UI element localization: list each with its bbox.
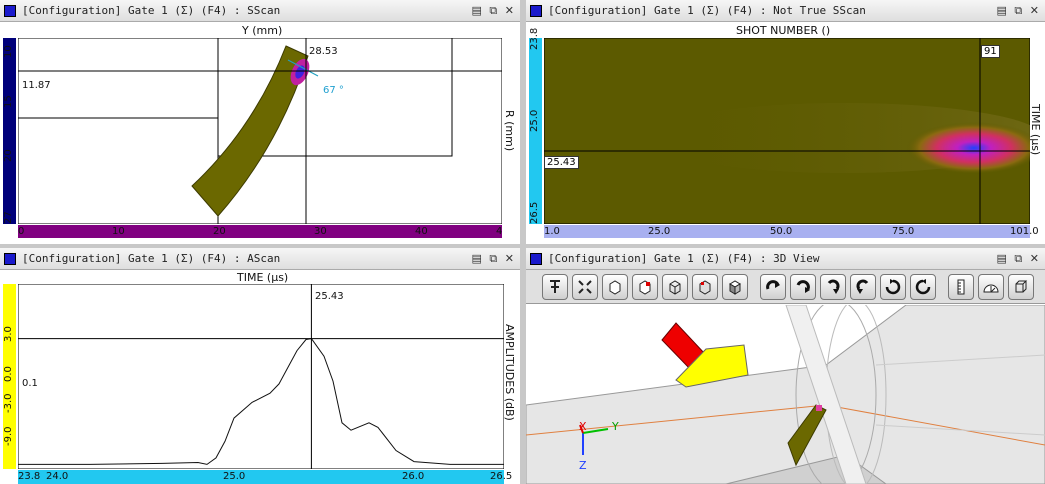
view3d-axis-y-label: Y (612, 420, 619, 433)
ascan-title: [Configuration] Gate 1 (Σ) (F4) : AScan (22, 252, 281, 265)
ruler-icon[interactable] (948, 274, 974, 300)
cube-wire-icon[interactable] (662, 274, 688, 300)
sscan-bottom-tick: 40 (415, 226, 428, 237)
window-controls[interactable]: ▤ ⧉ ✕ (472, 4, 516, 18)
sscan-bottom-axis[interactable] (18, 225, 502, 238)
ntsscan-left-tick: 23.8 (529, 27, 540, 50)
ascan-bottom-tick: 26.0 (402, 471, 425, 482)
window-icon (4, 253, 16, 265)
view3d-axis-z-label: Z (579, 459, 587, 472)
sscan-angle-label: 67 ° (323, 85, 344, 96)
window-icon (4, 5, 16, 17)
ascan-top-axis-label: TIME (µs) (237, 271, 289, 284)
sscan-bottom-tick: 20 (213, 226, 226, 237)
sscan-top-axis-label: Y (mm) (242, 24, 283, 37)
ntsscan-titlebar[interactable]: [Configuration] Gate 1 (Σ) (F4) : Not Tr… (526, 0, 1045, 22)
fit-icon[interactable] (572, 274, 598, 300)
cube-solid-icon[interactable] (602, 274, 628, 300)
view3d-panel: [Configuration] Gate 1 (Σ) (F4) : 3D Vie… (526, 248, 1045, 484)
ntsscan-cursor-y-value: 25.43 (544, 156, 579, 169)
ntsscan-bottom-tick: 25.0 (648, 226, 671, 237)
rotate-left-icon[interactable] (850, 274, 876, 300)
ntsscan-bottom-tick: 75.0 (892, 226, 915, 237)
ntsscan-bottom-tick: 50.0 (770, 226, 793, 237)
ascan-cursor-x-value: 25.43 (315, 291, 344, 302)
ascan-bottom-tick: 25.0 (223, 471, 246, 482)
sscan-bottom-tick: 10 (112, 226, 125, 237)
ntsscan-title: [Configuration] Gate 1 (Σ) (F4) : Not Tr… (548, 4, 866, 17)
rotate-cw-down-icon[interactable] (760, 274, 786, 300)
sscan-left-axis[interactable] (3, 38, 16, 224)
ascan-left-tick: -9.0 (3, 426, 14, 446)
ascan-left-tick: 3.0 (3, 326, 14, 342)
window-controls[interactable]: ▤ ⧉ ✕ (997, 252, 1041, 266)
ntsscan-plot[interactable] (544, 38, 1030, 224)
ascan-panel: [Configuration] Gate 1 (Σ) (F4) : AScan … (0, 248, 520, 484)
sscan-bottom-tick: 4 (496, 226, 503, 237)
window-controls[interactable]: ▤ ⧉ ✕ (997, 4, 1041, 18)
rotate-ccw-down-icon[interactable] (790, 274, 816, 300)
ntsscan-right-axis-label: TIME (µs) (1029, 104, 1042, 156)
spin-ccw-icon[interactable] (910, 274, 936, 300)
ascan-plot[interactable] (18, 284, 504, 469)
sscan-title: [Configuration] Gate 1 (Σ) (F4) : SScan (22, 4, 281, 17)
sscan-bottom-tick: 0 (18, 226, 25, 237)
sscan-left-tick: 27 (3, 211, 14, 224)
cube-outline-icon[interactable] (692, 274, 718, 300)
ntsscan-left-tick: 25.0 (529, 109, 540, 132)
pointer-icon[interactable] (542, 274, 568, 300)
ascan-bottom-axis[interactable] (18, 470, 504, 484)
window-icon (530, 253, 542, 265)
sscan-left-tick: 15 (3, 95, 14, 108)
ascan-bottom-tick: 24.0 (46, 471, 69, 482)
ascan-cursor-y-value: 0.1 (22, 378, 38, 389)
spin-cw-icon[interactable] (880, 274, 906, 300)
ascan-titlebar[interactable]: [Configuration] Gate 1 (Σ) (F4) : AScan … (0, 248, 520, 270)
ascan-right-axis-label: AMPLITUDES (dB) (503, 324, 516, 421)
ntsscan-cursor-x-value: 91 (981, 45, 1000, 58)
ascan-bottom-tick: 26.5 (490, 471, 513, 482)
view3d-titlebar[interactable]: [Configuration] Gate 1 (Σ) (F4) : 3D Vie… (526, 248, 1045, 270)
sscan-titlebar[interactable]: [Configuration] Gate 1 (Σ) (F4) : SScan … (0, 0, 520, 22)
view3d-title: [Configuration] Gate 1 (Σ) (F4) : 3D Vie… (548, 252, 820, 265)
ntsscan-bottom-tick: 101.0 (1010, 226, 1039, 237)
window-controls[interactable]: ▤ ⧉ ✕ (472, 252, 516, 266)
sscan-plot[interactable] (18, 38, 502, 224)
protractor-icon[interactable] (978, 274, 1004, 300)
sscan-left-tick: 10 (3, 45, 14, 58)
sscan-panel: [Configuration] Gate 1 (Σ) (F4) : SScan … (0, 0, 520, 244)
sscan-left-tick: 20 (3, 149, 14, 162)
sscan-cursor-x-value: 28.53 (309, 46, 338, 57)
cube-red-icon[interactable] (632, 274, 658, 300)
sscan-bottom-tick: 30 (314, 226, 327, 237)
view3d-axis-x-label: X (579, 420, 587, 433)
ascan-bottom-tick: 23.8 (18, 471, 41, 482)
window-icon (530, 5, 542, 17)
rotate-right-icon[interactable] (820, 274, 846, 300)
ascan-left-tick: -3.0 (3, 393, 14, 413)
cube-iso-icon[interactable] (722, 274, 748, 300)
vertical-splitter[interactable] (520, 0, 526, 484)
sscan-cursor-y-value: 11.87 (22, 80, 51, 91)
ntsscan-bottom-tick: 1.0 (544, 226, 560, 237)
ntsscan-top-axis-label: SHOT NUMBER () (736, 24, 831, 37)
ntsscan-left-tick: 26.5 (529, 201, 540, 224)
box-icon[interactable] (1008, 274, 1034, 300)
sscan-right-axis-label: R (mm) (503, 110, 516, 152)
ascan-left-tick: 0.0 (3, 366, 14, 382)
view3d-scene[interactable] (526, 305, 1045, 484)
ntsscan-panel: [Configuration] Gate 1 (Σ) (F4) : Not Tr… (526, 0, 1045, 244)
